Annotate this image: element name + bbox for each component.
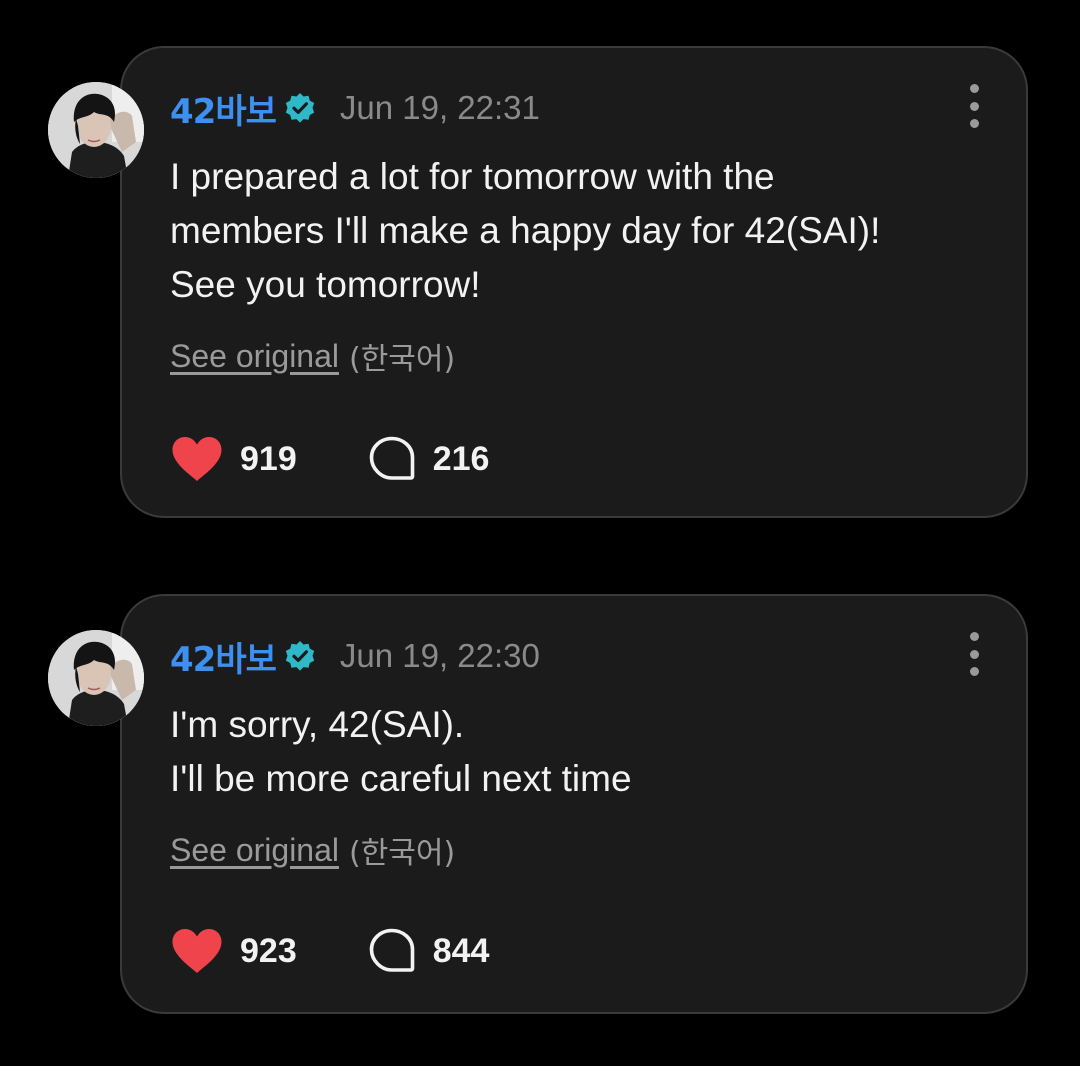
post-card: 42바보 Jun 19, 22:30 I'm sorry, 42(SAI). I…	[120, 594, 1028, 1014]
like-button[interactable]: 919	[170, 435, 297, 483]
more-options-button[interactable]	[962, 84, 986, 128]
more-vertical-icon	[969, 632, 979, 641]
see-original-row: See original (한국어)	[170, 334, 455, 378]
post-actions: 923 844	[170, 926, 489, 976]
see-original-row: See original (한국어)	[170, 828, 455, 872]
avatar-photo	[48, 630, 144, 726]
heart-icon	[172, 437, 222, 481]
see-original-link[interactable]: See original	[170, 338, 339, 375]
post-header: 42바보 Jun 19, 22:30	[170, 632, 540, 681]
post-timestamp: Jun 19, 22:31	[339, 89, 540, 126]
comment-button[interactable]: 216	[367, 434, 490, 484]
verified-badge-icon	[285, 641, 315, 671]
see-original-link[interactable]: See original	[170, 832, 339, 869]
verified-badge-icon	[285, 93, 315, 123]
avatar-photo	[48, 82, 144, 178]
comment-count: 216	[432, 439, 490, 478]
post-body-text: I'm sorry, 42(SAI). I'll be more careful…	[170, 704, 632, 799]
post-body-text: I prepared a lot for tomorrow with the m…	[170, 156, 881, 305]
avatar[interactable]	[48, 630, 144, 726]
post-timestamp: Jun 19, 22:30	[339, 637, 540, 674]
original-language-label: (한국어)	[349, 836, 456, 871]
post-header: 42바보 Jun 19, 22:31	[170, 84, 540, 133]
comment-bubble-icon	[369, 928, 415, 972]
username[interactable]: 42바보	[170, 84, 277, 133]
like-count: 919	[240, 439, 297, 478]
post-actions: 919 216	[170, 434, 489, 484]
heart-icon	[172, 929, 222, 973]
original-language-label: (한국어)	[349, 342, 456, 377]
comment-button[interactable]: 844	[367, 926, 490, 976]
more-vertical-icon	[969, 84, 979, 93]
like-count: 923	[240, 931, 297, 970]
post-card: 42바보 Jun 19, 22:31 I prepared a lot for …	[120, 46, 1028, 518]
comment-count: 844	[432, 931, 490, 970]
more-options-button[interactable]	[962, 632, 986, 676]
like-button[interactable]: 923	[170, 927, 297, 975]
comment-bubble-icon	[369, 436, 415, 480]
avatar[interactable]	[48, 82, 144, 178]
username[interactable]: 42바보	[170, 632, 277, 681]
